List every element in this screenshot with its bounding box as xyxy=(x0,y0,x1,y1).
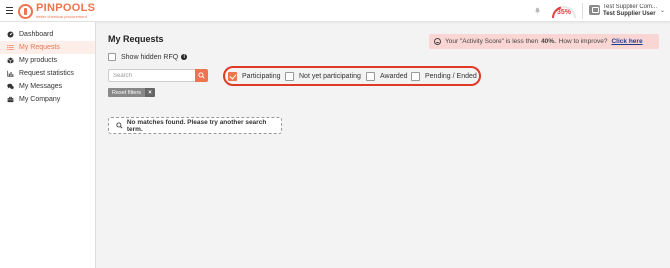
user-name: Test Supplier User xyxy=(603,11,656,17)
logo-tagline: better chemical procurement xyxy=(36,14,87,19)
sidebar-item-dashboard[interactable]: Dashboard xyxy=(0,28,95,41)
no-matches-text: No matches found. Please try another sea… xyxy=(126,118,267,133)
sidebar-item-my-company[interactable]: My Company xyxy=(0,93,95,106)
show-hidden-rfq-checkbox[interactable] xyxy=(108,53,116,61)
alert-score-threshold: 40%. xyxy=(541,38,556,45)
logo-mark-icon xyxy=(18,3,33,19)
logo-name: PINPOOLS xyxy=(36,2,96,14)
chevron-down-icon[interactable]: ⌄ xyxy=(660,7,665,14)
sidebar-item-label: My products xyxy=(19,57,58,64)
dashboard-icon xyxy=(6,31,14,39)
user-menu[interactable]: Test Supplier Com... Test Supplier User xyxy=(603,4,661,18)
company-avatar-icon[interactable] xyxy=(589,5,600,15)
user-company-name: Test Supplier Com... xyxy=(603,4,658,10)
sidebar-item-my-requests[interactable]: My Requests xyxy=(0,41,95,54)
filter-pending-ended[interactable]: Pending / Ended xyxy=(411,72,477,81)
filter-label: Pending / Ended xyxy=(425,73,477,80)
sidebar-item-request-statistics[interactable]: Request statistics xyxy=(0,67,95,80)
sidebar-item-my-messages[interactable]: My Messages xyxy=(0,80,95,93)
search-button[interactable] xyxy=(195,69,208,82)
search-icon xyxy=(116,122,123,129)
search-icon xyxy=(198,72,205,79)
briefcase-icon xyxy=(6,96,14,104)
page-title: My Requests xyxy=(108,34,164,44)
chart-icon xyxy=(6,70,14,78)
header-divider xyxy=(582,3,583,19)
alert-text: Your "Activity Score" is less then xyxy=(445,38,539,45)
activity-score-value: 35% xyxy=(556,9,571,16)
box-icon xyxy=(6,57,14,65)
bell-icon[interactable] xyxy=(534,7,541,14)
reset-filters-chip[interactable]: Reset filters × xyxy=(108,88,156,97)
awarded-checkbox[interactable] xyxy=(366,72,375,81)
filter-label: Not yet participating xyxy=(299,73,361,80)
show-hidden-rfq-label: Show hidden RFQ xyxy=(121,53,179,61)
filter-label: Awarded xyxy=(380,73,408,80)
sidebar-item-label: My Company xyxy=(19,96,61,103)
sidebar-item-label: Dashboard xyxy=(19,31,54,38)
search-bar xyxy=(108,69,208,82)
show-hidden-rfq-toggle[interactable]: Show hidden RFQ i xyxy=(108,53,188,61)
improve-score-link[interactable]: Click here xyxy=(611,38,642,45)
activity-score-gauge[interactable]: 35% xyxy=(550,2,578,20)
chat-icon xyxy=(6,83,14,91)
info-icon[interactable]: i xyxy=(181,54,188,60)
sidebar-item-my-products[interactable]: My products xyxy=(0,54,95,67)
alert-question: How to improve? xyxy=(558,38,608,45)
pending-ended-checkbox[interactable] xyxy=(411,72,420,81)
sad-face-icon xyxy=(434,38,441,45)
filter-not-yet-participating[interactable]: Not yet participating xyxy=(285,72,361,81)
participating-checkbox[interactable] xyxy=(228,72,237,81)
filter-label: Participating xyxy=(242,73,281,80)
sidebar-item-label: Request statistics xyxy=(19,70,74,77)
activity-score-alert: Your "Activity Score" is less then 40%. … xyxy=(429,34,659,49)
sidebar: Dashboard My Requests My products Reques… xyxy=(0,22,96,268)
filter-awarded[interactable]: Awarded xyxy=(366,72,408,81)
pinpools-logo[interactable]: PINPOOLS better chemical procurement xyxy=(18,2,95,20)
not-yet-participating-checkbox[interactable] xyxy=(285,72,294,81)
list-icon xyxy=(6,44,14,52)
close-icon[interactable]: × xyxy=(145,88,156,97)
reset-filters-label: Reset filters xyxy=(108,88,146,97)
sidebar-item-label: My Requests xyxy=(19,44,60,51)
search-input[interactable] xyxy=(108,69,195,82)
sidebar-item-label: My Messages xyxy=(19,83,63,90)
hamburger-menu-icon[interactable] xyxy=(6,7,13,14)
top-bar: PINPOOLS better chemical procurement 35%… xyxy=(0,0,670,22)
no-matches-message: No matches found. Please try another sea… xyxy=(108,117,282,134)
filter-participating[interactable]: Participating xyxy=(228,72,281,81)
